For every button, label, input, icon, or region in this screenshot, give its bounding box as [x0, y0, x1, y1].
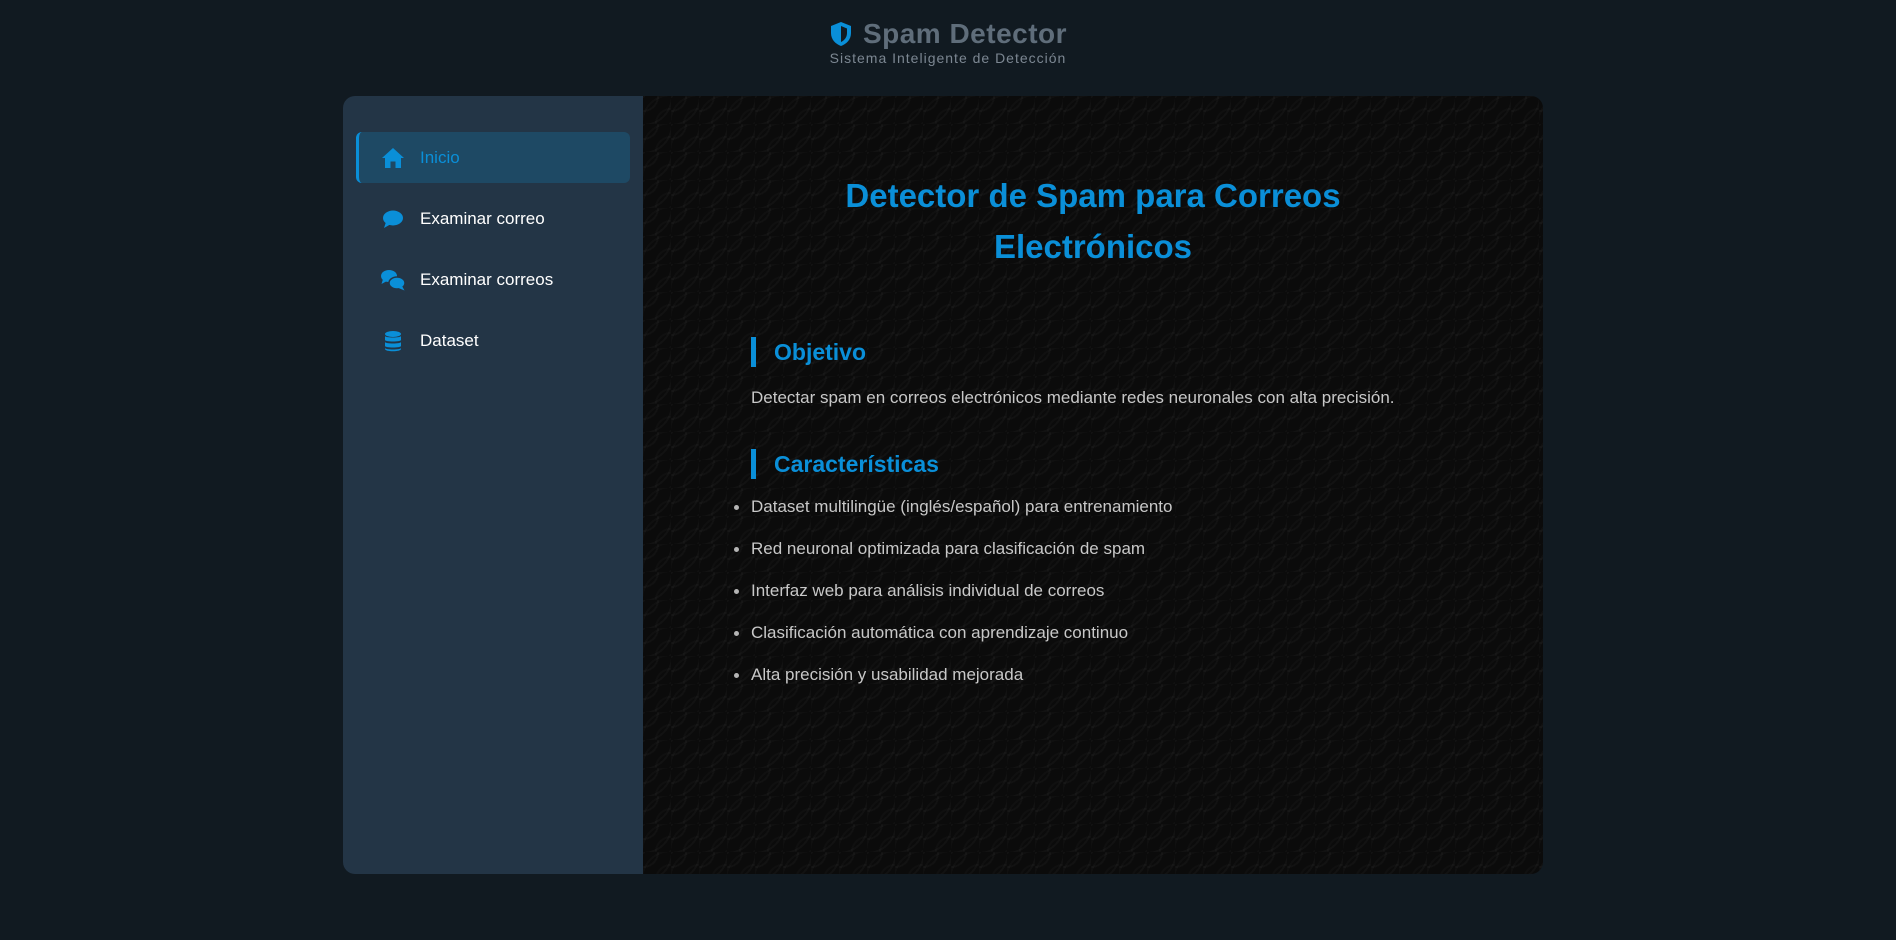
list-item: Dataset multilingüe (inglés/español) par… [733, 496, 1172, 538]
page-title-line-2: Electrónicos [993, 228, 1193, 265]
sidebar: Inicio Examinar correo Examinar correos … [343, 96, 643, 874]
sidebar-item-dataset[interactable]: Dataset [356, 315, 630, 366]
list-item: Clasificación automática con aprendizaje… [733, 622, 1172, 664]
comment-icon [380, 206, 406, 232]
database-icon [380, 328, 406, 354]
sidebar-item-examinar-correo[interactable]: Examinar correo [356, 193, 630, 244]
list-item: Red neuronal optimizada para clasificaci… [733, 538, 1172, 580]
app-title: Spam Detector [862, 18, 1068, 49]
brand: Spam Detector [0, 18, 1896, 50]
objective-heading: Objetivo [751, 337, 866, 367]
comments-icon [380, 267, 406, 293]
main-card: Inicio Examinar correo Examinar correos … [343, 96, 1543, 874]
shield-icon [829, 21, 853, 47]
sidebar-item-inicio[interactable]: Inicio [356, 132, 630, 183]
sidebar-item-label: Examinar correos [420, 269, 554, 289]
home-icon [380, 145, 406, 171]
objective-text: Detectar spam en correos electrónicos me… [751, 388, 1395, 407]
list-item: Alta precisión y usabilidad mejorada [733, 664, 1172, 706]
sidebar-item-label: Examinar correo [420, 208, 545, 228]
app-subtitle: Sistema Inteligente de Detección [829, 50, 1067, 66]
app-header: Spam Detector Sistema Inteligente de Det… [0, 0, 1896, 90]
page: Spam Detector Sistema Inteligente de Det… [0, 0, 1896, 940]
list-item: Interfaz web para análisis individual de… [733, 580, 1172, 622]
main-content: Detector de Spam para Correos Electrónic… [643, 96, 1543, 874]
sidebar-item-examinar-correos[interactable]: Examinar correos [356, 254, 630, 305]
sidebar-item-label: Inicio [420, 147, 460, 167]
features-heading: Características [751, 449, 939, 479]
features-list: Dataset multilingüe (inglés/español) par… [733, 496, 1172, 706]
sidebar-item-label: Dataset [420, 330, 479, 350]
page-title: Detector de Spam para Correos Electrónic… [773, 170, 1413, 272]
page-title-line-1: Detector de Spam para Correos [845, 177, 1341, 214]
